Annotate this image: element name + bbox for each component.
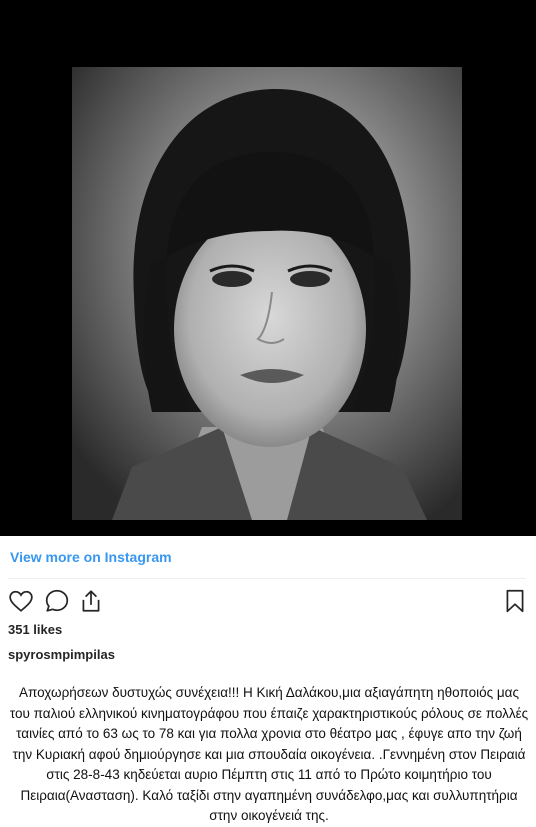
post-username[interactable]: spyrosmpimpilas bbox=[8, 647, 115, 662]
post-caption: Αποχωρήσεων δυστυχώς συνέχεια!!! Η Κική … bbox=[9, 685, 529, 823]
share-icon[interactable] bbox=[78, 588, 104, 614]
comment-icon[interactable] bbox=[44, 588, 70, 614]
post-media bbox=[0, 0, 536, 536]
post-photo bbox=[72, 67, 462, 520]
likes-count[interactable]: 351 likes bbox=[8, 622, 62, 637]
heart-icon[interactable] bbox=[8, 588, 34, 614]
divider bbox=[8, 578, 526, 579]
portrait-image bbox=[72, 67, 462, 520]
view-more-link[interactable]: View more on Instagram bbox=[10, 549, 172, 565]
bookmark-icon[interactable] bbox=[502, 588, 528, 614]
